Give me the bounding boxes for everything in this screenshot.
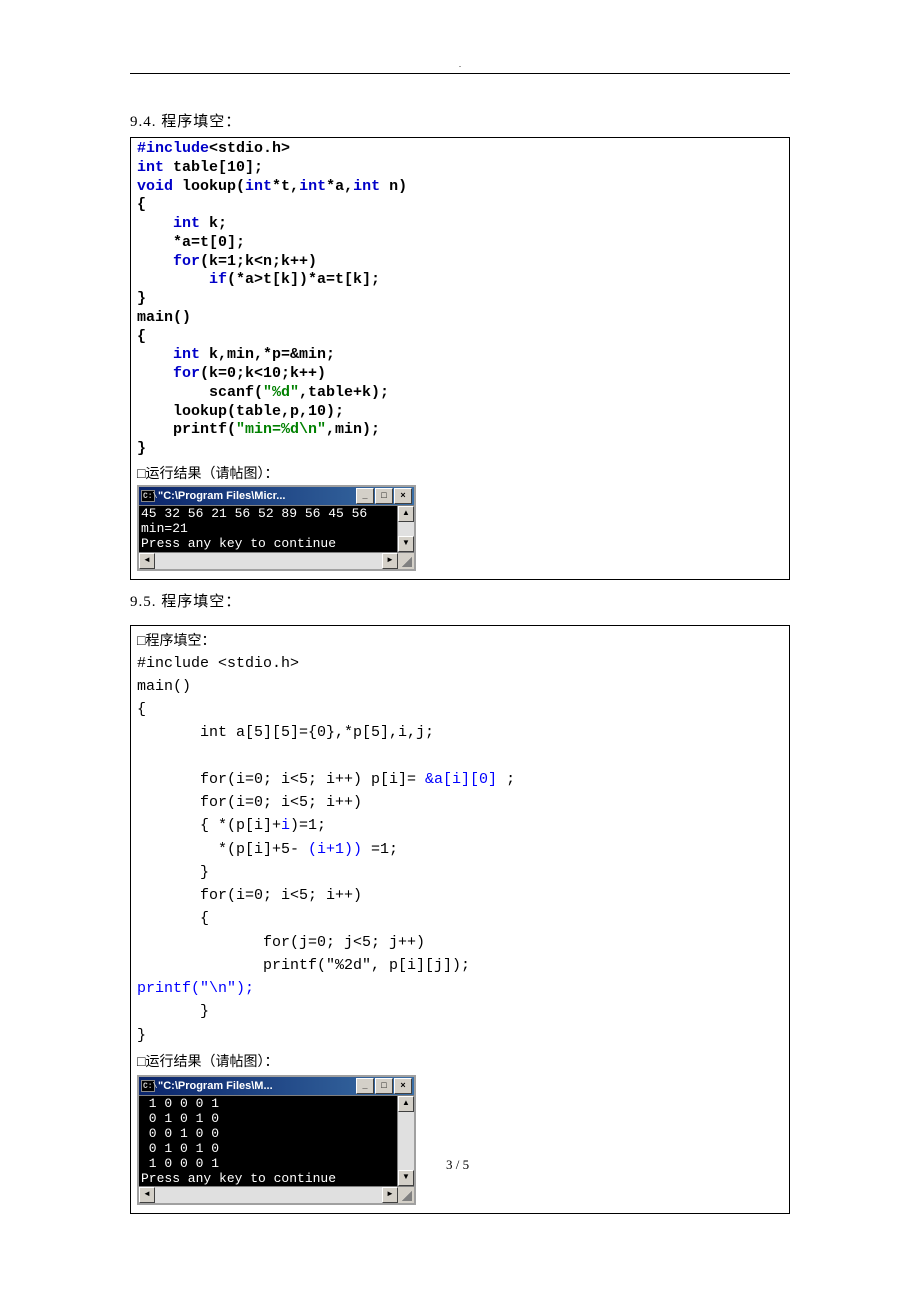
scroll-right-icon[interactable]: ► bbox=[382, 1187, 398, 1203]
scroll-up-icon[interactable]: ▲ bbox=[398, 506, 414, 522]
maximize-button[interactable]: □ bbox=[375, 1078, 393, 1094]
vertical-scrollbar[interactable]: ▲ ▼ bbox=[397, 1096, 414, 1187]
code-94: #include<stdio.h> int table[10]; void lo… bbox=[137, 140, 783, 459]
page-number: 3 / 5 bbox=[446, 1157, 469, 1209]
resize-grip[interactable] bbox=[398, 1187, 414, 1203]
close-button[interactable]: × bbox=[394, 1078, 412, 1094]
section-heading-94: 9.4. 程序填空： bbox=[130, 110, 790, 131]
fill-caption-95: □程序填空： bbox=[137, 630, 783, 650]
code-box-94: #include<stdio.h> int table[10]; void lo… bbox=[130, 137, 790, 580]
page: . 9.4. 程序填空： #include<stdio.h> int table… bbox=[0, 0, 920, 1262]
scroll-down-icon[interactable]: ▼ bbox=[398, 1170, 414, 1186]
console-window-94: C:\ "C:\Program Files\Micr... _ □ × 45 3… bbox=[137, 485, 416, 571]
scroll-left-icon[interactable]: ◄ bbox=[139, 553, 155, 569]
header-dot: . bbox=[130, 60, 790, 69]
maximize-button[interactable]: □ bbox=[375, 488, 393, 504]
scroll-down-icon[interactable]: ▼ bbox=[398, 536, 414, 552]
section-heading-95: 9.5. 程序填空： bbox=[130, 590, 790, 611]
code-95: #include <stdio.h> main() { int a[5][5]=… bbox=[137, 652, 783, 1047]
close-button[interactable]: × bbox=[394, 488, 412, 504]
cmd-icon: C:\ bbox=[141, 490, 155, 502]
titlebar: C:\ "C:\Program Files\M... _ □ × bbox=[139, 1077, 414, 1095]
resize-grip[interactable] bbox=[398, 553, 414, 569]
run-caption-95: □运行结果（请帖图）： bbox=[137, 1051, 783, 1071]
run-caption-94: □运行结果（请帖图）： bbox=[137, 463, 783, 483]
horizontal-scrollbar[interactable]: ◄ ► bbox=[139, 552, 414, 569]
console-output: 45 32 56 21 56 52 89 56 45 56 min=21 Pre… bbox=[139, 506, 397, 552]
title-buttons: _ □ × bbox=[356, 1078, 412, 1094]
title-buttons: _ □ × bbox=[356, 488, 412, 504]
console-output: 1 0 0 0 1 0 1 0 1 0 0 0 1 0 0 0 1 0 1 0 … bbox=[139, 1096, 397, 1187]
scroll-up-icon[interactable]: ▲ bbox=[398, 1096, 414, 1112]
vertical-scrollbar[interactable]: ▲ ▼ bbox=[397, 506, 414, 552]
scroll-right-icon[interactable]: ► bbox=[382, 553, 398, 569]
header-rule bbox=[130, 73, 790, 74]
title-text: "C:\Program Files\Micr... bbox=[158, 490, 356, 502]
minimize-button[interactable]: _ bbox=[356, 1078, 374, 1094]
code-box-95: □程序填空： #include <stdio.h> main() { int a… bbox=[130, 625, 790, 1215]
horizontal-scrollbar[interactable]: ◄ ► bbox=[139, 1186, 414, 1203]
scroll-left-icon[interactable]: ◄ bbox=[139, 1187, 155, 1203]
cmd-icon: C:\ bbox=[141, 1080, 155, 1092]
console-window-95: C:\ "C:\Program Files\M... _ □ × 1 0 0 0… bbox=[137, 1075, 416, 1206]
title-text: "C:\Program Files\M... bbox=[158, 1080, 356, 1092]
titlebar: C:\ "C:\Program Files\Micr... _ □ × bbox=[139, 487, 414, 505]
minimize-button[interactable]: _ bbox=[356, 488, 374, 504]
